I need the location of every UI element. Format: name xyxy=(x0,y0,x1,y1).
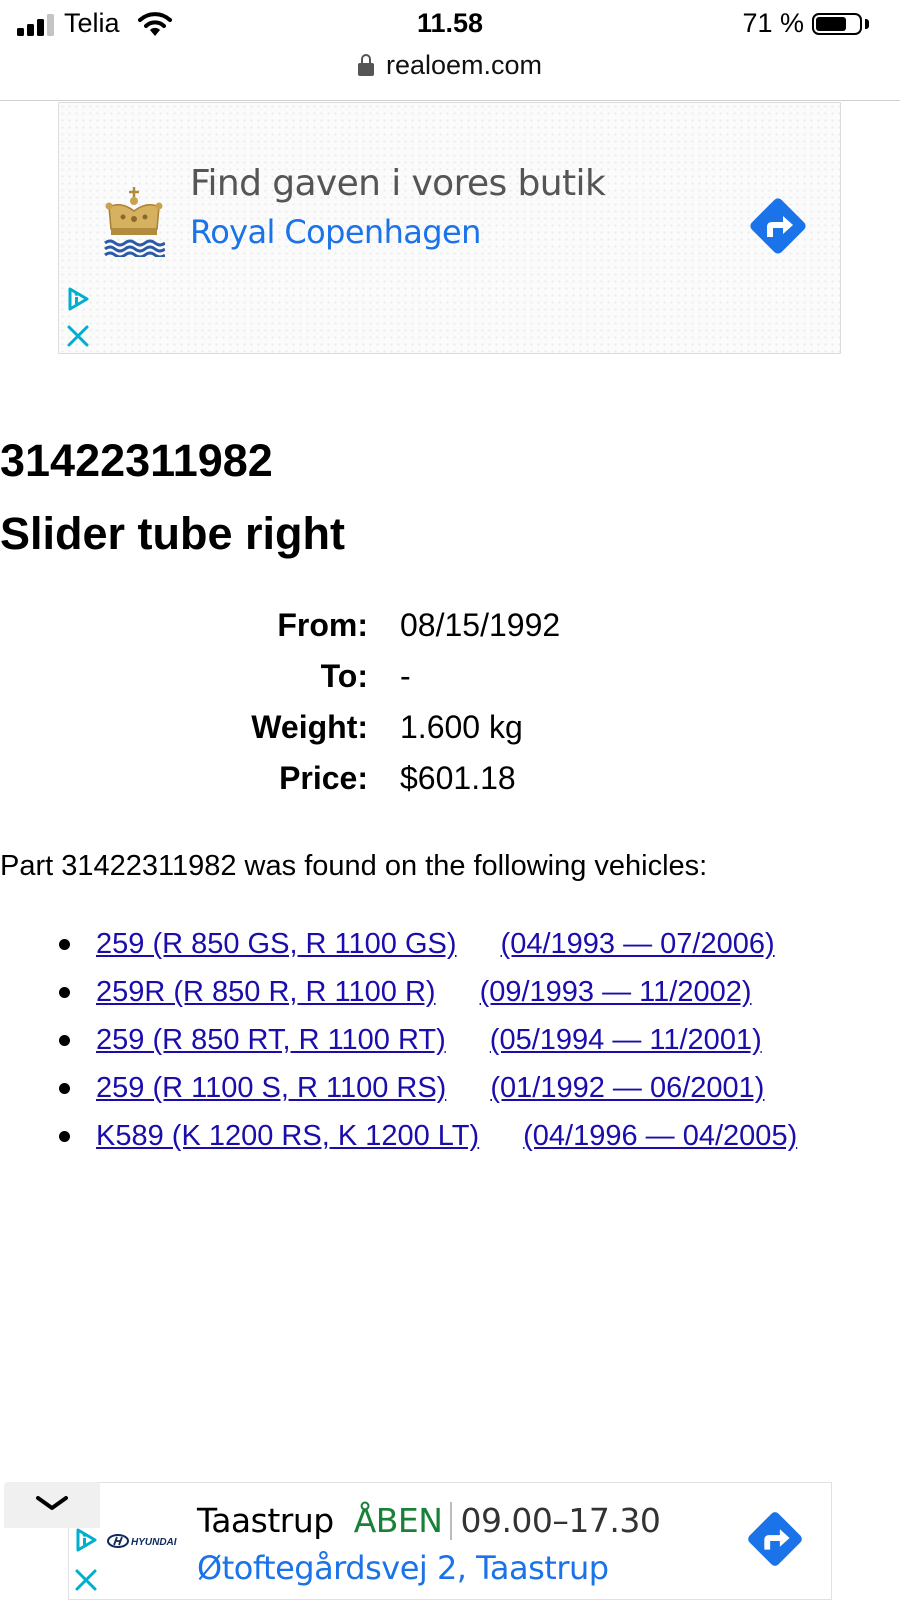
battery-percent: 71 % xyxy=(742,8,804,38)
close-icon[interactable] xyxy=(65,323,91,349)
vehicle-link[interactable]: 259 (R 1100 S, R 1100 RS) (01/1992 — 06/2… xyxy=(96,1072,764,1104)
detail-value: 08/15/1992 xyxy=(400,607,561,643)
detail-row-to: To: - xyxy=(0,651,560,702)
detail-value: - xyxy=(400,658,411,694)
crown-logo-icon xyxy=(104,187,165,257)
ad2-hours[interactable]: 09.00–17.30 xyxy=(460,1501,660,1540)
part-name-heading: Slider tube right xyxy=(0,508,346,559)
battery-icon xyxy=(812,13,862,35)
vehicle-link[interactable]: 259 (R 850 RT, R 1100 RT) (05/1994 — 11/2… xyxy=(96,1024,762,1056)
vehicle-date-range[interactable]: (05/1994 — 11/2001) xyxy=(490,1024,762,1056)
list-item: 259 (R 1100 S, R 1100 RS) (01/1992 — 06/2… xyxy=(0,1064,797,1112)
list-item: K589 (K 1200 RS, K 1200 LT) (04/1996 — 04… xyxy=(0,1112,797,1160)
part-number-heading: 31422311982 xyxy=(0,435,273,486)
vehicle-date-range[interactable]: (04/1993 — 07/2006) xyxy=(501,928,775,960)
chevron-down-icon xyxy=(36,1496,68,1510)
bullet xyxy=(59,1131,70,1142)
detail-row-price: Price: $601.18 xyxy=(0,753,560,804)
vehicle-model[interactable]: 259 (R 850 RT, R 1100 RT) xyxy=(96,1024,446,1056)
adchoices-icon[interactable] xyxy=(65,286,91,312)
list-item: 259 (R 850 RT, R 1100 RT) (05/1994 — 11/2… xyxy=(0,1016,797,1064)
vehicle-model[interactable]: 259R (R 850 R, R 1100 R) xyxy=(96,976,436,1008)
vehicle-link[interactable]: 259 (R 850 GS, R 1100 GS) (04/1993 — 07/2… xyxy=(96,928,775,960)
detail-label: Price: xyxy=(279,760,368,796)
vehicle-date-range[interactable]: (04/1996 — 04/2005) xyxy=(523,1120,797,1152)
separator xyxy=(450,1502,453,1540)
list-item: 259 (R 850 GS, R 1100 GS) (04/1993 — 07/2… xyxy=(0,920,797,968)
ad-headline[interactable]: Find gaven i vores butik xyxy=(190,163,606,204)
part-details-table: From: 08/15/1992 To: - Weight: 1.600 kg … xyxy=(0,600,560,804)
detail-label: From: xyxy=(277,607,368,643)
ad2-title-line[interactable]: Taastrup ÅBEN 09.00–17.30 xyxy=(197,1501,661,1540)
url-text[interactable]: realoem.com xyxy=(386,50,542,80)
bullet xyxy=(59,1035,70,1046)
vehicle-model[interactable]: 259 (R 1100 S, R 1100 RS) xyxy=(96,1072,446,1104)
lock-icon xyxy=(357,54,374,76)
detail-label: Weight: xyxy=(251,709,368,745)
directions-arrow-icon[interactable] xyxy=(743,191,813,261)
vehicle-model[interactable]: K589 (K 1200 RS, K 1200 LT) xyxy=(96,1120,479,1152)
ad-advertiser[interactable]: Royal Copenhagen xyxy=(190,213,481,251)
collapse-ad-button[interactable] xyxy=(4,1482,100,1528)
directions-arrow-icon[interactable] xyxy=(741,1505,809,1573)
ad2-location[interactable]: Taastrup xyxy=(197,1501,334,1540)
battery-tip xyxy=(865,19,869,29)
vehicle-model[interactable]: 259 (R 850 GS, R 1100 GS) xyxy=(96,928,457,960)
list-item: 259R (R 850 R, R 1100 R) (09/1993 — 11/20… xyxy=(0,968,797,1016)
vehicle-link[interactable]: K589 (K 1200 RS, K 1200 LT) (04/1996 — 04… xyxy=(96,1120,797,1152)
bullet xyxy=(59,1083,70,1094)
vehicle-date-range[interactable]: (01/1992 — 06/2001) xyxy=(490,1072,764,1104)
detail-value: $601.18 xyxy=(400,760,516,796)
hyundai-brand-text: HYUNDAI xyxy=(131,1537,177,1548)
ad2-address[interactable]: Øtoftegårdsvej 2, Taastrup xyxy=(197,1549,609,1587)
status-bar: Telia 11.58 71 % xyxy=(0,0,900,50)
detail-value: 1.600 kg xyxy=(400,709,523,745)
vehicle-list: 259 (R 850 GS, R 1100 GS) (04/1993 — 07/2… xyxy=(0,920,797,1160)
detail-row-weight: Weight: 1.600 kg xyxy=(0,702,560,753)
ad2-open-status[interactable]: ÅBEN xyxy=(354,1501,443,1540)
bullet xyxy=(59,939,70,950)
bullet xyxy=(59,987,70,998)
close-icon[interactable] xyxy=(73,1567,99,1593)
address-bar[interactable]: realoem.com xyxy=(0,50,900,101)
adchoices-icon[interactable] xyxy=(73,1527,99,1553)
top-banner-ad[interactable]: Find gaven i vores butik Royal Copenhage… xyxy=(58,102,841,354)
detail-label: To: xyxy=(320,658,368,694)
vehicle-link[interactable]: 259R (R 850 R, R 1100 R) (09/1993 — 11/20… xyxy=(96,976,752,1008)
hyundai-logo-icon: HYUNDAI xyxy=(107,1532,197,1550)
detail-row-from: From: 08/15/1992 xyxy=(0,600,560,651)
vehicle-date-range[interactable]: (09/1993 — 11/2002) xyxy=(480,976,752,1008)
bottom-anchor-ad[interactable]: HYUNDAI Taastrup ÅBEN 09.00–17.30 Øtoftegå… xyxy=(68,1482,832,1600)
found-on-vehicles-text: Part 31422311982 was found on the follow… xyxy=(0,850,708,882)
